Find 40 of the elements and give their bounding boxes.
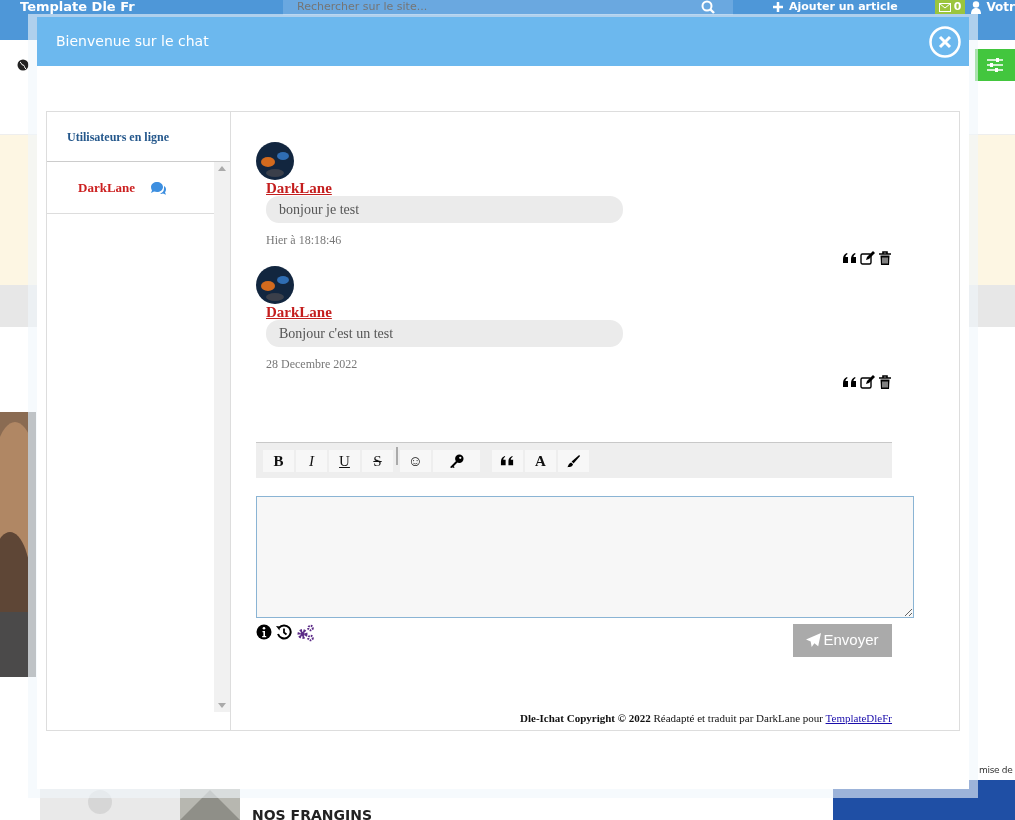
edit-icon[interactable] <box>860 375 875 389</box>
quote-icon[interactable] <box>842 375 857 389</box>
window-title: Bienvenue sur le chat <box>56 32 209 51</box>
smiley-button[interactable]: ☺ <box>400 450 431 472</box>
history-icon[interactable] <box>276 624 292 640</box>
templatedlefr-link[interactable]: TemplateDleFr <box>825 711 892 724</box>
trash-icon[interactable] <box>878 375 892 390</box>
online-users-heading: Utilisateurs en ligne <box>67 128 169 146</box>
article-title[interactable]: NOS FRANGINS <box>252 808 372 820</box>
message-time: Hier à 18:18:46 <box>266 232 342 249</box>
text-color-button[interactable]: A <box>525 450 556 472</box>
close-icon <box>929 25 961 58</box>
message-bubble: Bonjour c'est un test <box>266 320 623 347</box>
message-bubble: bonjour je test <box>266 196 623 223</box>
brush-icon <box>566 453 581 469</box>
brush-button[interactable] <box>558 450 589 472</box>
copyright-text: Dle-Ichat Copyright © 2022 Réadapté et traduit par DarkLane pour TemplateDleFr <box>520 710 892 726</box>
underline-button[interactable]: U <box>329 450 360 472</box>
avatar <box>256 266 294 304</box>
paper-plane-icon <box>806 633 822 648</box>
author-link[interactable]: DarkLane <box>266 180 332 196</box>
italic-button[interactable]: I <box>296 450 327 472</box>
avatar <box>256 142 294 180</box>
strikethrough-button[interactable]: S <box>362 450 393 472</box>
info-icon[interactable] <box>256 624 272 640</box>
key-icon <box>449 453 464 469</box>
bold-button[interactable]: B <box>263 450 294 472</box>
sidebar-text: mise de <box>979 764 1013 777</box>
trash-icon[interactable] <box>878 251 892 266</box>
message-input[interactable] <box>256 496 914 618</box>
chat-icon[interactable] <box>150 180 167 195</box>
quote-button[interactable] <box>492 450 523 472</box>
plus-icon <box>773 2 783 12</box>
envelope-icon <box>938 2 951 12</box>
key-button[interactable] <box>433 450 480 472</box>
author-link[interactable]: DarkLane <box>266 304 332 320</box>
sliders-icon <box>987 56 1003 73</box>
quote-icon[interactable] <box>842 251 857 265</box>
message-time: 28 Decembre 2022 <box>266 356 358 373</box>
edit-icon[interactable] <box>860 251 875 265</box>
